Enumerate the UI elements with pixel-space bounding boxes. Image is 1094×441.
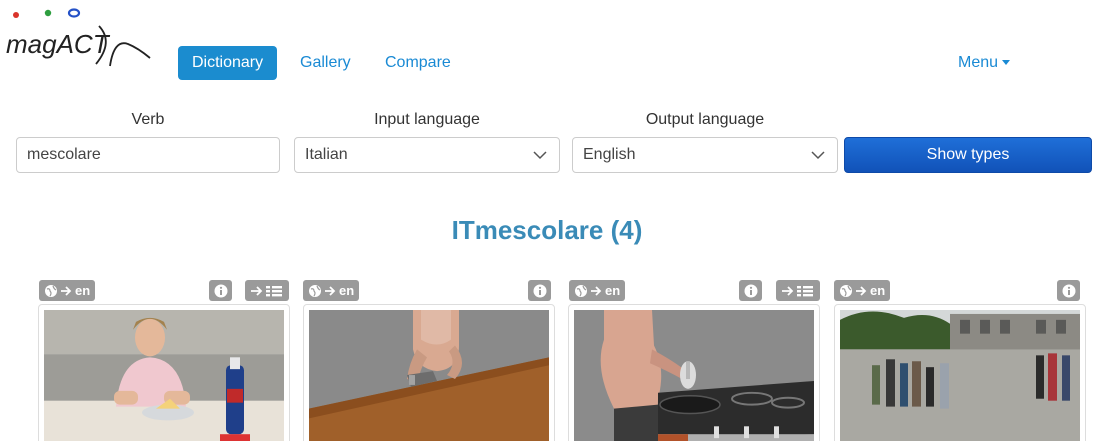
- type-list-button[interactable]: [245, 280, 289, 301]
- globe-icon: [840, 284, 852, 297]
- arrow-grid-icon: [782, 285, 813, 296]
- verb-input[interactable]: [16, 137, 280, 173]
- info-button[interactable]: [1057, 280, 1080, 301]
- arrow-right-icon: [591, 285, 602, 296]
- scene-card[interactable]: [38, 304, 290, 441]
- scene-image: [840, 310, 1080, 441]
- output-language-value: English: [583, 146, 636, 163]
- menu-label: Menu: [958, 54, 999, 71]
- verb-label: Verb: [131, 111, 165, 128]
- logo-text: magACT: [6, 29, 111, 59]
- input-language-value: Italian: [305, 146, 348, 163]
- arrow-grid-icon: [251, 285, 282, 296]
- result-title: ITmescolare (4): [0, 215, 1094, 246]
- translate-badge[interactable]: en: [569, 280, 626, 301]
- caret-down-icon: [1002, 60, 1011, 66]
- page: magACT Dictionary Gallery Compare Menu V…: [0, 0, 1094, 441]
- translate-label: en: [605, 283, 621, 298]
- info-button[interactable]: [739, 280, 762, 301]
- translate-label: en: [870, 283, 886, 298]
- scene-card[interactable]: [303, 304, 555, 441]
- scene-image: [574, 310, 814, 441]
- scene-image: [309, 310, 549, 441]
- globe-icon: [309, 284, 321, 297]
- scene-image: [44, 310, 284, 441]
- chevron-down-icon: [533, 150, 547, 159]
- info-icon: [214, 284, 227, 297]
- info-icon: [533, 284, 546, 297]
- menu-dropdown[interactable]: Menu: [958, 54, 1011, 72]
- globe-icon: [575, 284, 587, 297]
- globe-icon: [45, 284, 57, 297]
- chevron-down-icon: [811, 150, 825, 159]
- type-list-button[interactable]: [776, 280, 820, 301]
- output-language-select[interactable]: English: [572, 137, 838, 173]
- magact-logo[interactable]: magACT: [4, 4, 156, 76]
- scene-card[interactable]: [568, 304, 820, 441]
- translate-badge[interactable]: en: [834, 280, 891, 301]
- input-language-select[interactable]: Italian: [294, 137, 560, 173]
- info-icon: [744, 284, 757, 297]
- translate-label: en: [339, 283, 355, 298]
- scene-card[interactable]: [834, 304, 1086, 441]
- info-button[interactable]: [528, 280, 551, 301]
- info-icon: [1062, 284, 1075, 297]
- nav-compare[interactable]: Compare: [371, 46, 465, 80]
- translate-badge[interactable]: en: [39, 280, 96, 301]
- result-count: (4): [610, 215, 643, 245]
- nav-dictionary[interactable]: Dictionary: [178, 46, 278, 80]
- arrow-right-icon: [325, 285, 336, 296]
- show-types-button[interactable]: Show types: [844, 137, 1092, 173]
- output-language-label: Output language: [645, 111, 765, 128]
- nav-gallery[interactable]: Gallery: [286, 46, 365, 80]
- arrow-right-icon: [856, 285, 867, 296]
- translate-badge[interactable]: en: [303, 280, 360, 301]
- result-lang: IT: [451, 215, 475, 245]
- result-verb: mescolare: [474, 215, 604, 245]
- input-language-label: Input language: [374, 111, 480, 128]
- info-button[interactable]: [209, 280, 232, 301]
- arrow-right-icon: [61, 285, 72, 296]
- translate-label: en: [75, 283, 91, 298]
